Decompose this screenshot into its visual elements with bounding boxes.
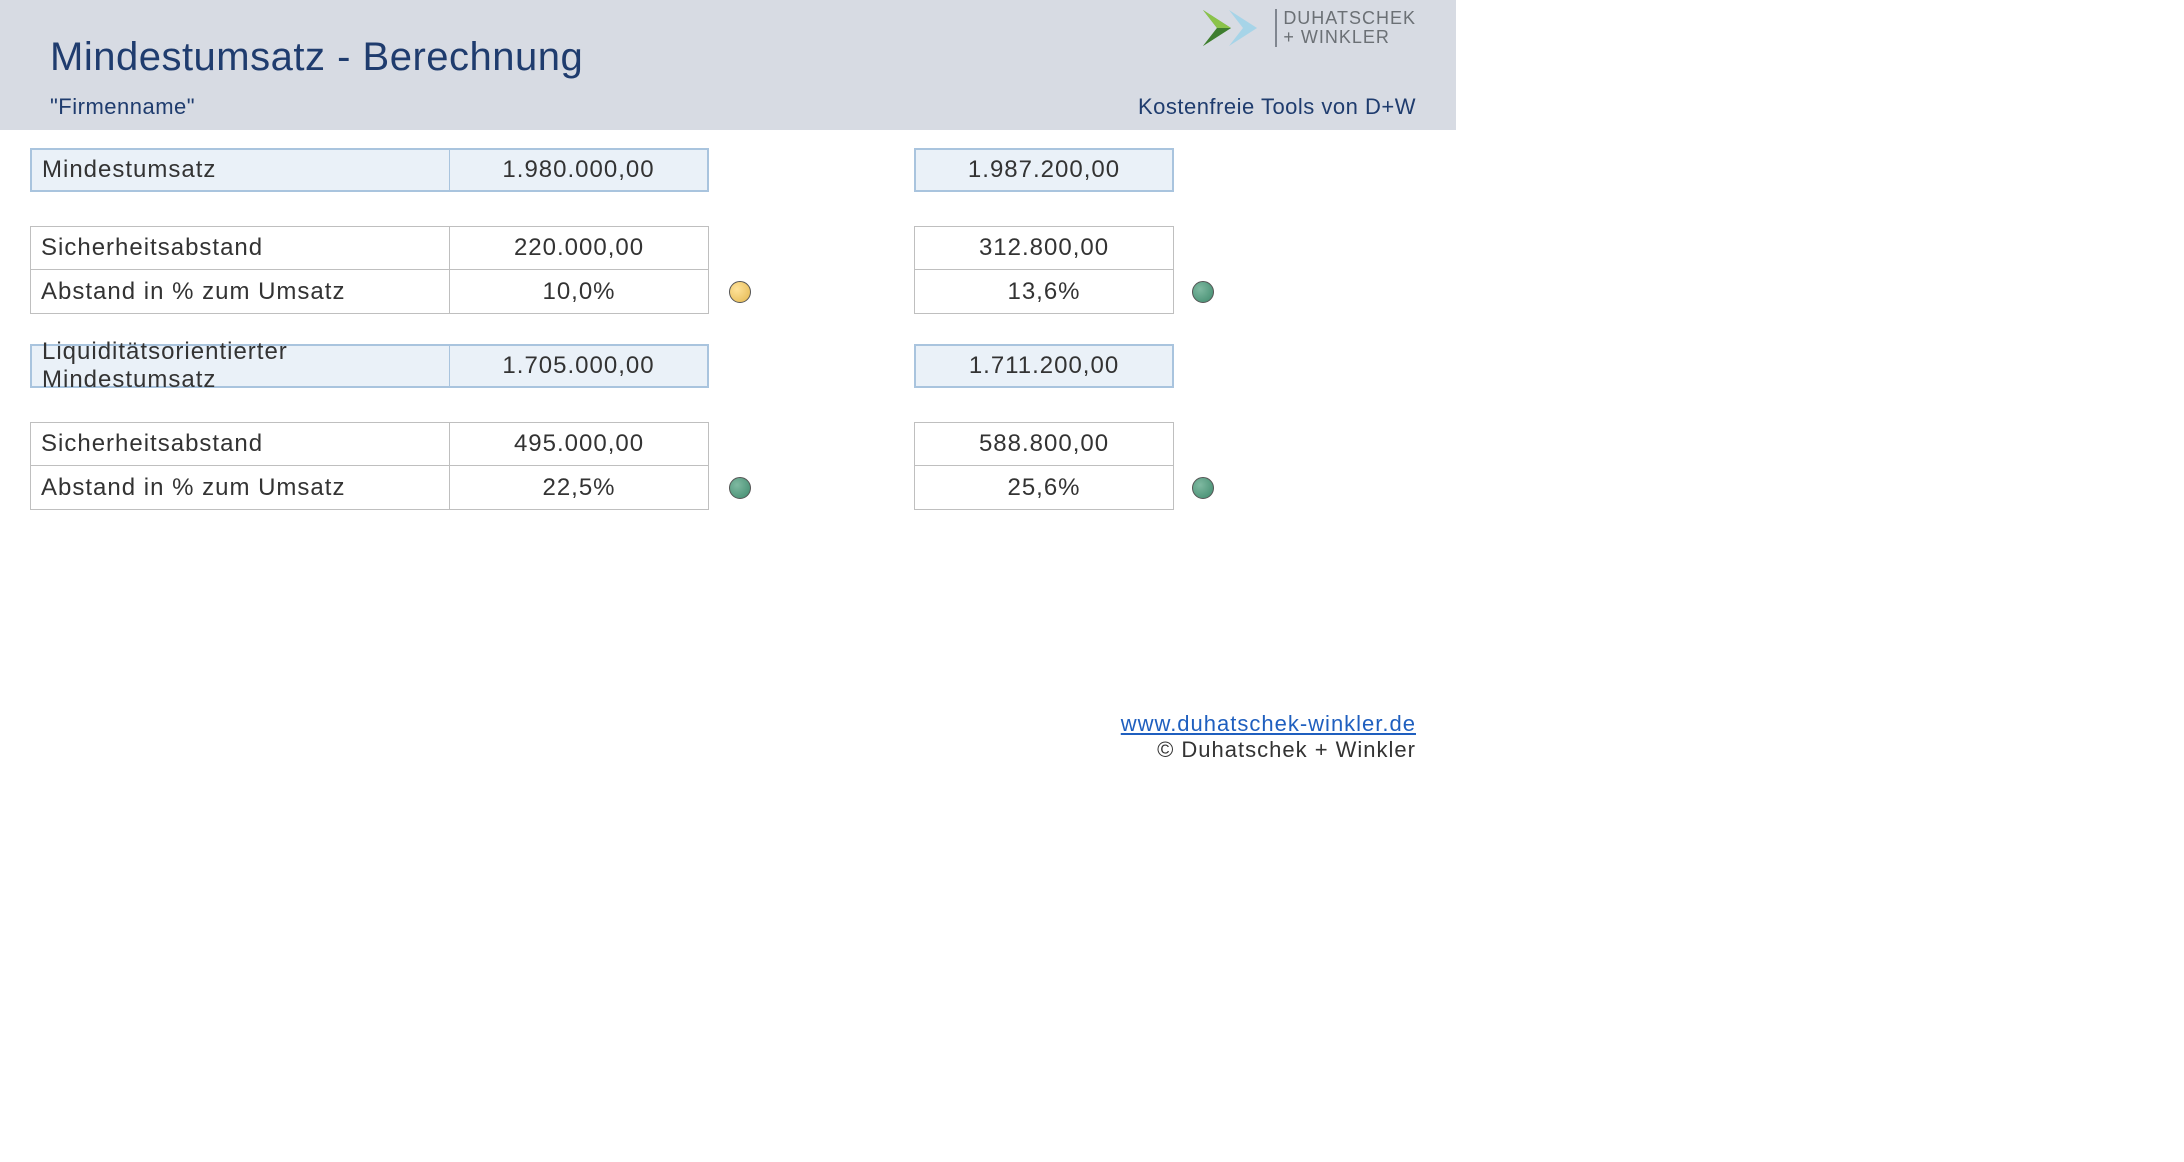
heading-label: Liquiditätsorientierter Mindestumsatz	[30, 344, 450, 388]
heading-value-a: 1.980.000,00	[449, 148, 709, 192]
website-link[interactable]: www.duhatschek-winkler.de	[1121, 711, 1416, 736]
row-value-a: 22,5%	[449, 466, 709, 510]
row-label: Abstand in % zum Umsatz	[30, 466, 450, 510]
gap	[1174, 344, 1242, 388]
heading-value-b: 1.711.200,00	[914, 344, 1174, 388]
footer: www.duhatschek-winkler.de © Duhatschek +…	[1121, 711, 1416, 763]
row-label: Sicherheitsabstand	[30, 422, 450, 466]
indicator-slot-a	[709, 466, 914, 510]
logo-text: DUHATSCHEK + WINKLER	[1275, 9, 1416, 47]
status-dot-icon	[729, 281, 751, 303]
row-value-a: 220.000,00	[449, 226, 709, 270]
logo-line2: + WINKLER	[1283, 28, 1416, 47]
logo-chevron-icon	[1199, 8, 1269, 48]
section-liquiditaet: Liquiditätsorientierter Mindestumsatz 1.…	[30, 344, 1416, 510]
heading-label: Mindestumsatz	[30, 148, 450, 192]
heading-value-b: 1.987.200,00	[914, 148, 1174, 192]
data-row: Abstand in % zum Umsatz 22,5% 25,6%	[30, 466, 1416, 510]
indicator-slot-a	[709, 422, 914, 466]
indicator-slot-b	[1174, 466, 1242, 510]
heading-value-a: 1.705.000,00	[449, 344, 709, 388]
indicator-slot-a	[709, 226, 914, 270]
status-dot-icon	[1192, 281, 1214, 303]
row-value-b: 588.800,00	[914, 422, 1174, 466]
header: DUHATSCHEK + WINKLER Mindestumsatz - Ber…	[0, 0, 1456, 130]
logo: DUHATSCHEK + WINKLER	[1199, 8, 1416, 48]
page: DUHATSCHEK + WINKLER Mindestumsatz - Ber…	[0, 0, 1456, 775]
row-label: Sicherheitsabstand	[30, 226, 450, 270]
company-name: "Firmenname"	[50, 94, 195, 120]
row-value-b: 312.800,00	[914, 226, 1174, 270]
row-value-a: 10,0%	[449, 270, 709, 314]
row-value-a: 495.000,00	[449, 422, 709, 466]
tagline: Kostenfreie Tools von D+W	[1138, 94, 1416, 120]
data-row: Sicherheitsabstand 220.000,00 312.800,00	[30, 226, 1416, 270]
copyright: © Duhatschek + Winkler	[1157, 737, 1416, 762]
indicator-slot-a	[709, 270, 914, 314]
row-value-b: 25,6%	[914, 466, 1174, 510]
gap	[709, 148, 914, 192]
indicator-slot-b	[1174, 226, 1242, 270]
indicator-slot-b	[1174, 270, 1242, 314]
status-dot-icon	[729, 477, 751, 499]
gap	[709, 344, 914, 388]
data-row: Abstand in % zum Umsatz 10,0% 13,6%	[30, 270, 1416, 314]
section-mindestumsatz: Mindestumsatz 1.980.000,00 1.987.200,00 …	[30, 148, 1416, 314]
status-dot-icon	[1192, 477, 1214, 499]
data-row: Sicherheitsabstand 495.000,00 588.800,00	[30, 422, 1416, 466]
heading-row: Mindestumsatz 1.980.000,00 1.987.200,00	[30, 148, 1416, 192]
content: Mindestumsatz 1.980.000,00 1.987.200,00 …	[0, 130, 1456, 510]
gap	[1174, 148, 1242, 192]
row-value-b: 13,6%	[914, 270, 1174, 314]
heading-row: Liquiditätsorientierter Mindestumsatz 1.…	[30, 344, 1416, 388]
row-label: Abstand in % zum Umsatz	[30, 270, 450, 314]
indicator-slot-b	[1174, 422, 1242, 466]
logo-line1: DUHATSCHEK	[1283, 9, 1416, 28]
